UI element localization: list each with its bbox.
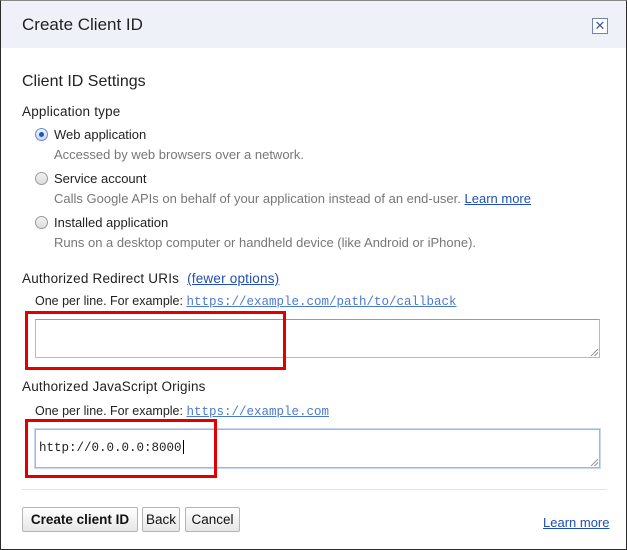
radio-installed-application[interactable]: [35, 216, 48, 229]
origins-hint-text: One per line. For example:: [35, 404, 183, 418]
redirect-hint-text: One per line. For example:: [35, 294, 183, 308]
option-label-web-application[interactable]: Web application: [54, 127, 146, 142]
option-desc-service-account: Calls Google APIs on behalf of your appl…: [54, 191, 531, 206]
application-type-label: Application type: [22, 104, 121, 119]
origins-example-link[interactable]: https://example.com: [186, 405, 329, 419]
dialog-title: Create Client ID: [22, 15, 143, 34]
learn-more-footer-link[interactable]: Learn more: [543, 515, 609, 530]
redirect-uris-label: Authorized Redirect URIs (fewer options): [22, 271, 279, 286]
highlight-box-redirect: [25, 311, 286, 370]
create-client-id-dialog: Create Client ID ✕ Client ID Settings Ap…: [0, 0, 627, 550]
resize-handle-icon[interactable]: [591, 459, 598, 466]
dialog-titlebar: Create Client ID ✕: [1, 1, 626, 48]
fewer-options-link[interactable]: (fewer options): [187, 271, 279, 286]
option-label-service-account[interactable]: Service account: [54, 171, 147, 186]
redirect-uris-label-text: Authorized Redirect URIs: [22, 271, 180, 286]
option-desc-web-application: Accessed by web browsers over a network.: [54, 147, 304, 162]
option-desc-service-account-text: Calls Google APIs on behalf of your appl…: [54, 191, 461, 206]
create-client-id-button[interactable]: Create client ID: [22, 507, 138, 532]
close-icon[interactable]: ✕: [592, 18, 608, 34]
origins-hint: One per line. For example: https://examp…: [35, 404, 329, 419]
learn-more-service-account-link[interactable]: Learn more: [465, 191, 531, 206]
section-title: Client ID Settings: [22, 73, 146, 90]
javascript-origins-label: Authorized JavaScript Origins: [22, 379, 206, 394]
resize-handle-icon[interactable]: [591, 349, 598, 356]
footer-divider: [22, 489, 607, 490]
option-label-installed-application[interactable]: Installed application: [54, 215, 168, 230]
cancel-button[interactable]: Cancel: [185, 507, 240, 532]
option-desc-installed-application: Runs on a desktop computer or handheld d…: [54, 235, 477, 250]
radio-web-application[interactable]: [35, 128, 48, 141]
radio-service-account[interactable]: [35, 172, 48, 185]
redirect-hint: One per line. For example: https://examp…: [35, 294, 457, 309]
back-button[interactable]: Back: [142, 507, 180, 532]
highlight-box-origins: [25, 419, 217, 478]
redirect-example-link[interactable]: https://example.com/path/to/callback: [186, 295, 456, 309]
